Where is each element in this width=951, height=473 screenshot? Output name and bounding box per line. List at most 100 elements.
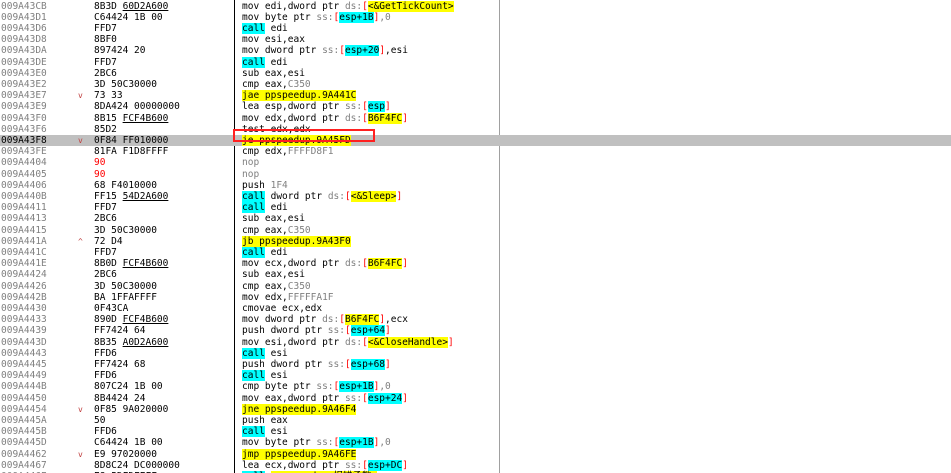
instruction-row[interactable]: 009A4413 2BC6 sub eax,esi (0, 213, 951, 224)
opcode-bytes-part: 72 D4 (94, 235, 123, 247)
instruction-row[interactable]: 009A43DA 897424 20 mov dword ptr ss:[esp+2… (0, 45, 951, 57)
instruction-text: push eax (242, 415, 288, 426)
instruction-text: jae ppspeedup.9A441C (242, 90, 357, 102)
instruction-token: push (242, 179, 271, 191)
address: 009A4443 (1, 347, 47, 359)
instruction-row[interactable]: 009A4449 FFD6 call esi (0, 370, 951, 382)
opcode-bytes-part: FFD7 (94, 202, 117, 214)
instruction-text: mov byte ptr ss:[esp+1B],0 (242, 437, 391, 449)
instruction-token: mov byte ptr (242, 11, 317, 23)
opcode-bytes: BA 1FFAFFFF (94, 292, 157, 303)
opcode-bytes: FFD7 (94, 57, 117, 68)
instruction-text: call esi (242, 370, 288, 382)
instruction-row[interactable]: 009A43F0 8B15 FCF4B600 mov edx,dword ptr d… (0, 112, 951, 124)
address: 009A43F8 (1, 134, 47, 146)
instruction-row[interactable]: 009A4404 90 nop (0, 157, 951, 168)
instruction-text: mov esi,eax (242, 34, 305, 45)
opcode-bytes-part: FFD6 (94, 370, 117, 382)
instruction-row[interactable]: 009A441E 8B0D FCF4B600 mov ecx,dword ptr d… (0, 258, 951, 270)
address: 009A43D8 (1, 34, 47, 46)
opcode-bytes: 8BF0 (94, 34, 117, 45)
instruction-token: ] (385, 101, 391, 113)
instruction-row[interactable]: 009A43F6 85D2 test edx,edx (0, 124, 951, 135)
instruction-row[interactable]: 009A4430 0F43CA cmovae ecx,edx (0, 303, 951, 314)
instruction-text: mov byte ptr ss:[esp+1B],0 (242, 11, 391, 23)
instruction-row[interactable]: 009A4445 FF7424 68 push dword ptr ss:[esp+… (0, 358, 951, 370)
instruction-row[interactable]: 009A43E7 v 73 33 jae ppspeedup.9A441C (0, 90, 951, 102)
instruction-row[interactable]: 009A43E0 2BC6 sub eax,esi (0, 68, 951, 79)
instruction-row[interactable]: 009A43DE FFD7 call edi (0, 56, 951, 68)
opcode-bytes-part: FFD7 (94, 56, 117, 68)
instruction-row[interactable]: 009A4405 90 nop (0, 169, 951, 180)
instruction-token: nop (242, 168, 260, 180)
instruction-row[interactable]: 009A43E9 8DA424 00000000 lea esp,dword ptr… (0, 101, 951, 113)
instruction-token: ] (447, 336, 454, 348)
instruction-row[interactable]: 009A441A ^ 72 D4 jb ppspeedup.9A43F0 (0, 235, 951, 247)
instruction-token: B6F4FC (344, 314, 380, 326)
opcode-bytes-part: 81FA F1D8FFFF (94, 146, 169, 158)
instruction-token: ss: (344, 459, 363, 471)
instruction-token: cmp eax, (242, 78, 288, 90)
instruction-row[interactable]: 009A43D8 8BF0 mov esi,eax (0, 34, 951, 45)
instruction-token: esp+24 (367, 392, 403, 404)
instruction-row[interactable]: 009A43D1 C64424 1B 00 mov byte ptr ss:[esp… (0, 11, 951, 23)
instruction-row[interactable]: 009A4439 FF7424 64 push dword ptr ss:[esp+… (0, 325, 951, 337)
address: 009A4404 (1, 157, 47, 169)
instruction-row[interactable]: 009A43CB 8B3D 60D2A600 mov edi,dword ptr d… (0, 0, 951, 12)
instruction-row[interactable]: 009A43FE 81FA F1D8FFFF cmp edx,FFFFD8F1 (0, 146, 951, 157)
instruction-row[interactable]: 009A4443 FFD6 call esi (0, 347, 951, 359)
instruction-token: ss: (316, 11, 334, 23)
jump-down-arrow-icon: v (78, 449, 83, 459)
current-instruction-row[interactable]: 009A43F8 v 0F84 FF010000 je ppspeedup.9A45F… (0, 134, 951, 147)
instruction-row[interactable]: 009A445D C64424 1B 00 mov byte ptr ss:[esp… (0, 437, 951, 449)
opcode-bytes-part: 68 F4010000 (94, 179, 157, 191)
instruction-token: ] (402, 258, 408, 270)
instruction-text: call esi (242, 347, 288, 359)
address: 009A445B (1, 426, 47, 438)
instruction-row[interactable]: 009A4462 v E9 97020000 jmp ppspeedup.9A46FE (0, 448, 951, 460)
address: 009A43D6 (1, 22, 47, 34)
instruction-row[interactable]: 009A442B BA 1FFAFFFF mov edx,FFFFFA1F (0, 292, 951, 303)
disassembly-view[interactable]: 009A43CB 8B3D 60D2A600 mov edi,dword ptr d… (0, 0, 951, 473)
instruction-token: call (242, 56, 265, 68)
instruction-row[interactable]: 009A445B FFD6 call esi (0, 426, 951, 438)
instruction-row[interactable]: 009A4433 890D FCF4B600 mov dword ptr ds:[B… (0, 314, 951, 326)
instruction-text: je ppspeedup.9A45FD (242, 134, 351, 146)
address: 009A43F6 (1, 123, 47, 135)
instruction-token: ss: (344, 101, 363, 113)
instruction-text: nop (242, 157, 259, 168)
instruction-token: call (242, 426, 265, 438)
opcode-bytes-part: FFD7 (94, 22, 117, 34)
instruction-row[interactable]: 009A4426 3D 50C30000 cmp eax,C350 (0, 281, 951, 292)
opcode-bytes: FF7424 64 (94, 325, 145, 336)
instruction-text: call edi (242, 22, 288, 34)
instruction-row[interactable]: 009A43D6 FFD7 call edi (0, 22, 951, 34)
instruction-row[interactable]: 009A441C FFD7 call edi (0, 246, 951, 258)
instruction-token: ] (402, 112, 408, 124)
instruction-row[interactable]: 009A4467 8D8C24 DC000000 lea ecx,dword ptr… (0, 459, 951, 471)
instruction-row[interactable]: 009A4450 8B4424 24 mov eax,dword ptr ss:[e… (0, 392, 951, 404)
instruction-token: ,0 (379, 381, 391, 393)
instruction-text: cmp eax,C350 (242, 281, 311, 292)
instruction-row[interactable]: 009A4411 FFD7 call edi (0, 202, 951, 214)
opcode-bytes-part: FCF4B600 (122, 112, 169, 124)
instruction-row[interactable]: 009A43E2 3D 50C30000 cmp eax,C350 (0, 79, 951, 90)
opcode-bytes: 807C24 1B 00 (94, 381, 163, 392)
instruction-row[interactable]: 009A444B 807C24 1B 00 cmp byte ptr ss:[esp… (0, 381, 951, 393)
address: 009A4415 (1, 224, 47, 236)
instruction-row[interactable]: 009A4424 2BC6 sub eax,esi (0, 269, 951, 280)
instruction-token: [ (344, 325, 351, 337)
instruction-row[interactable]: 009A4415 3D 50C30000 cmp eax,C350 (0, 225, 951, 236)
instruction-row[interactable]: 009A440B FF15 54D2A600 call dword ptr ds:[… (0, 190, 951, 202)
instruction-text: mov edx,FFFFFA1F (242, 292, 334, 303)
opcode-bytes: 8DA424 00000000 (94, 101, 180, 112)
instruction-row[interactable]: 009A443D 8B35 A0D2A600 mov esi,dword ptr d… (0, 336, 951, 348)
instruction-row[interactable]: 009A4454 v 0F85 9A020000 jne ppspeedup.9A46… (0, 403, 951, 415)
instruction-row[interactable]: 009A445A 50 push eax (0, 415, 951, 426)
instruction-row[interactable]: 009A4406 68 F4010000 push 1F4 (0, 180, 951, 191)
opcode-bytes-part: FF15 (94, 190, 123, 202)
instruction-token: ] (402, 459, 408, 471)
address: 009A4450 (1, 392, 47, 404)
instruction-text: push dword ptr ss:[esp+64] (242, 325, 391, 337)
address: 009A4454 (1, 403, 47, 415)
